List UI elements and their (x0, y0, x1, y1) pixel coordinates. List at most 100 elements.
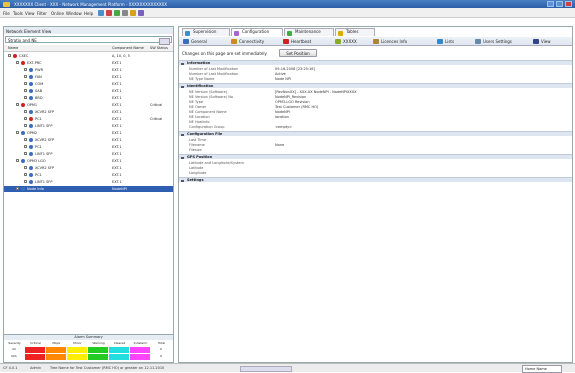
subtab-lists[interactable]: Lists (437, 38, 454, 44)
tree-row[interactable]: XCVR2 SFP EXT.1 (4, 165, 173, 171)
expand-icon[interactable] (24, 124, 27, 127)
tree-row[interactable]: SAB EXT.1 (4, 88, 173, 94)
tree-row[interactable]: BRD EXT.1 (4, 95, 173, 101)
menu-window[interactable]: Window (66, 11, 82, 16)
col-name[interactable]: Name (8, 46, 18, 50)
subtab-connectivity[interactable]: Connectivity (231, 38, 264, 44)
tree-row[interactable]: EXT-PRC EXT.1 (4, 60, 173, 66)
property-value[interactable]: OPM3-LGO Revision (275, 100, 310, 104)
element-name: OPM1 (27, 103, 38, 107)
search-input[interactable]: Stratix and NE (5, 36, 172, 45)
menu-file[interactable]: File (3, 11, 10, 16)
collapse-icon[interactable] (181, 179, 184, 182)
property-value[interactable]: <empty> (275, 125, 292, 129)
element-sw-status: Critical (150, 103, 163, 107)
search-icon[interactable] (159, 37, 170, 45)
tree-row[interactable]: FAN EXT.1 (4, 74, 173, 80)
tree-row[interactable]: LINT1 SFP EXT.1 (4, 179, 173, 185)
expand-icon[interactable] (24, 152, 27, 155)
expand-icon[interactable] (24, 117, 27, 120)
tree-row[interactable]: PWR EXT.1 (4, 67, 173, 73)
subtab-xxxxx[interactable]: XXXXX (335, 38, 357, 44)
subtab-heartbeat[interactable]: Heartbeat (283, 38, 311, 44)
tree-row[interactable]: OPM1 EXT.1 Critical (4, 102, 173, 108)
property-value[interactable]: Test Customer (RMC HO) (275, 105, 318, 109)
collapse-icon[interactable] (181, 156, 184, 159)
section-header[interactable]: GPS Position (179, 154, 572, 159)
tree-row[interactable]: COM EXT.1 (4, 81, 173, 87)
section-header[interactable]: Configuration File (179, 131, 572, 136)
settings-icon[interactable] (122, 10, 128, 16)
expand-icon[interactable] (24, 138, 27, 141)
tree-row[interactable]: CXEC A, 10, 0, 5 (4, 53, 173, 59)
set-position-button[interactable]: Set Position (279, 49, 317, 57)
property-value[interactable]: NodeNPI (275, 110, 290, 114)
property-value[interactable]: 09-16-2008 [23:25:16] (275, 67, 315, 71)
tree-row[interactable]: LINT1 SFP EXT.1 (4, 151, 173, 157)
tree-row[interactable]: LINT1 SFP EXT.1 (4, 123, 173, 129)
property-value[interactable]: location (275, 115, 289, 119)
expand-icon[interactable] (16, 187, 19, 190)
subtab-general[interactable]: General (183, 38, 207, 44)
expand-icon[interactable] (24, 180, 27, 183)
property-value[interactable]: Active (275, 72, 286, 76)
stop-icon[interactable] (106, 10, 112, 16)
tab-maintenance[interactable]: Maintenance (284, 28, 334, 36)
tree-row[interactable]: XCVR2 SFP EXT.1 (4, 109, 173, 115)
expand-icon[interactable] (24, 145, 27, 148)
subtab-view[interactable]: View (533, 38, 551, 44)
tab-supervision[interactable]: Supervision (182, 28, 230, 36)
close-button[interactable] (565, 1, 572, 7)
menu-tools[interactable]: Tools (13, 11, 23, 16)
property-value[interactable]: NodeNPI_Revision (275, 95, 306, 99)
tab-tables[interactable]: Tables (335, 28, 375, 36)
section-header[interactable]: Information (179, 60, 572, 65)
expand-icon[interactable] (24, 68, 27, 71)
lists-icon (437, 38, 443, 44)
property-value[interactable]: Node NPI (275, 77, 291, 81)
tree-row[interactable]: OPM2 EXT.1 (4, 130, 173, 136)
minimize-button[interactable] (547, 1, 554, 7)
refresh-icon[interactable] (98, 10, 104, 16)
folder-icon[interactable] (130, 10, 136, 16)
expand-icon[interactable] (16, 159, 19, 162)
tree-row[interactable]: PC1 EXT.1 Critical (4, 116, 173, 122)
subtab-users-settings[interactable]: Users Settings (475, 38, 512, 44)
tree-row[interactable]: PC1 EXT.1 (4, 144, 173, 150)
tree-row[interactable]: Node Info NodeNPI (4, 186, 173, 192)
connect-icon[interactable] (114, 10, 120, 16)
expand-icon[interactable] (24, 82, 27, 85)
property-key: Latitude and Longitude/System (189, 160, 244, 165)
subtab-licences-info[interactable]: Licences Info (373, 38, 407, 44)
tree-row[interactable]: OPM3 LGO EXT.1 (4, 158, 173, 164)
tree-row[interactable]: PC1 EXT.1 (4, 172, 173, 178)
property-value[interactable]: [RevNonXX] - XXX.XX NodeNPI - NodeNPIXXX… (275, 90, 357, 94)
expand-icon[interactable] (8, 54, 11, 57)
col-component-name[interactable]: Component Name (112, 46, 144, 50)
collapse-icon[interactable] (181, 62, 184, 65)
expand-icon[interactable] (24, 110, 27, 113)
menu-online[interactable]: Online (51, 11, 64, 16)
section-header[interactable]: Identification (179, 83, 572, 88)
expand-icon[interactable] (24, 96, 27, 99)
menu-view[interactable]: View (25, 11, 35, 16)
maximize-button[interactable] (556, 1, 563, 7)
help-icon[interactable] (138, 10, 144, 16)
collapse-icon[interactable] (181, 85, 184, 88)
expand-icon[interactable] (24, 75, 27, 78)
element-name: CXEC (19, 54, 29, 58)
menu-filter[interactable]: Filter (37, 11, 47, 16)
tab-configuration[interactable]: Configuration (231, 28, 283, 36)
tree-row[interactable]: XCVR2 SFP EXT.1 (4, 137, 173, 143)
menu-help[interactable]: Help (84, 11, 93, 16)
section-header[interactable]: Settings (179, 177, 572, 182)
col-sw-status[interactable]: SW Status (150, 46, 168, 50)
expand-icon[interactable] (16, 103, 19, 106)
expand-icon[interactable] (24, 173, 27, 176)
expand-icon[interactable] (24, 166, 27, 169)
collapse-icon[interactable] (181, 133, 184, 136)
property-value[interactable]: None (275, 143, 284, 147)
expand-icon[interactable] (16, 61, 19, 64)
expand-icon[interactable] (24, 89, 27, 92)
expand-icon[interactable] (16, 131, 19, 134)
